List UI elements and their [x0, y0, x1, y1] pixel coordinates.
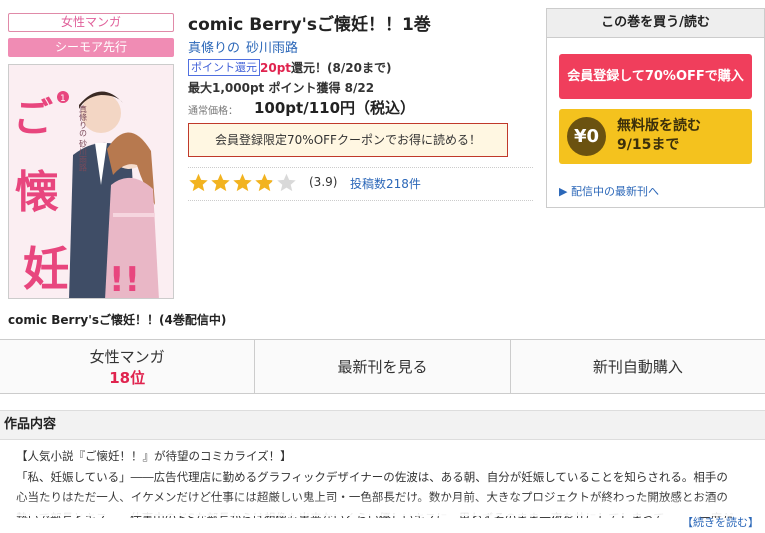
description-line: 「私、妊娠している」――広告代理店に勤めるグラフィックデザイナーの佐波は、ある朝… — [16, 469, 728, 484]
description-fade — [0, 496, 765, 516]
free-read-button[interactable]: ¥0 無料版を読む 9/15まで — [559, 109, 752, 164]
purchase-box-heading: この巻を買う/読む — [547, 9, 764, 38]
register-purchase-button[interactable]: 会員登録して70%OFFで購入 — [559, 54, 752, 99]
cover-title-marks: !! — [109, 260, 140, 299]
price-label: 通常価格： — [188, 106, 238, 117]
cover-image[interactable]: ご 懐 妊 !! 1 真條りの 砂川雨路 — [8, 64, 174, 299]
genre-tag[interactable]: 女性マンガ — [8, 13, 174, 32]
author-list: 真條りの 砂川雨路 — [188, 37, 304, 56]
coupon-banner[interactable]: 会員登録限定70%OFFクーポンでお得に読める！ — [188, 123, 508, 157]
star-icon — [211, 173, 230, 192]
free-read-line1: 無料版を読む — [617, 118, 701, 134]
free-read-line2: 9/15まで — [617, 137, 680, 153]
star-empty-icon — [277, 173, 296, 192]
point-return-text: 20pt還元！(8/20まで) — [260, 59, 391, 76]
author-link[interactable]: 砂川雨路 — [246, 41, 298, 56]
divider — [188, 167, 533, 168]
latest-volume-link[interactable]: ▶ 配信中の最新刊へ — [559, 183, 659, 199]
max-points-text: 最大1,000pt ポイント獲得 8/22 — [188, 81, 375, 95]
free-read-label: 無料版を読む 9/15まで — [617, 117, 701, 155]
point-return-badge: ポイント還元 — [188, 59, 260, 76]
action-tabs: 女性マンガ 18位 最新刊を見る 新刊自動購入 — [0, 339, 765, 394]
read-more-link[interactable]: 【続きを読む】 — [682, 514, 759, 530]
price-value: 100pt/110円（税込） — [254, 99, 416, 117]
star-half-icon — [255, 173, 274, 192]
ranking-tab[interactable]: 女性マンガ 18位 — [0, 340, 256, 393]
advance-release-tag: シーモア先行 — [8, 38, 174, 57]
cover-credit: 真條りの 砂川雨路 — [79, 104, 88, 172]
cover-volume: 1 — [60, 94, 66, 104]
cover-title-char-3: 妊 — [23, 242, 69, 296]
rating-stars — [188, 172, 298, 193]
cover-illustration: ご 懐 妊 !! 1 真條りの 砂川雨路 — [9, 65, 173, 299]
point-amount: 20pt — [260, 61, 292, 75]
series-title: comic Berry'sご懐妊！！(4巻配信中) — [8, 313, 227, 327]
book-title: comic Berry'sご懐妊！！1巻 — [188, 15, 431, 35]
description-heading: 作品内容 — [0, 410, 765, 440]
divider — [188, 200, 533, 201]
cover-title-char-2: 懐 — [15, 167, 59, 218]
point-rest: 還元！(8/20まで) — [291, 61, 392, 75]
ranking-label: 女性マンガ — [89, 347, 165, 366]
purchase-box: この巻を買う/読む 会員登録して70%OFFで購入 ¥0 無料版を読む 9/15… — [546, 8, 765, 208]
description-line: 【人気小説『ご懐妊！！』が待望のコミカライズ！】 — [16, 449, 292, 463]
author-link[interactable]: 真條りの — [188, 41, 240, 56]
latest-volume-tab[interactable]: 最新刊を見る — [255, 340, 511, 393]
cover-title-char-1: ご — [13, 95, 53, 141]
rating-score: (3.9) — [309, 175, 338, 189]
yen-zero-icon: ¥0 — [567, 117, 606, 156]
auto-purchase-tab[interactable]: 新刊自動購入 — [511, 340, 765, 393]
star-icon — [189, 173, 208, 192]
ranking-value: 18位 — [109, 368, 146, 387]
star-icon — [233, 173, 252, 192]
review-count-link[interactable]: 投稿数218件 — [350, 175, 421, 192]
